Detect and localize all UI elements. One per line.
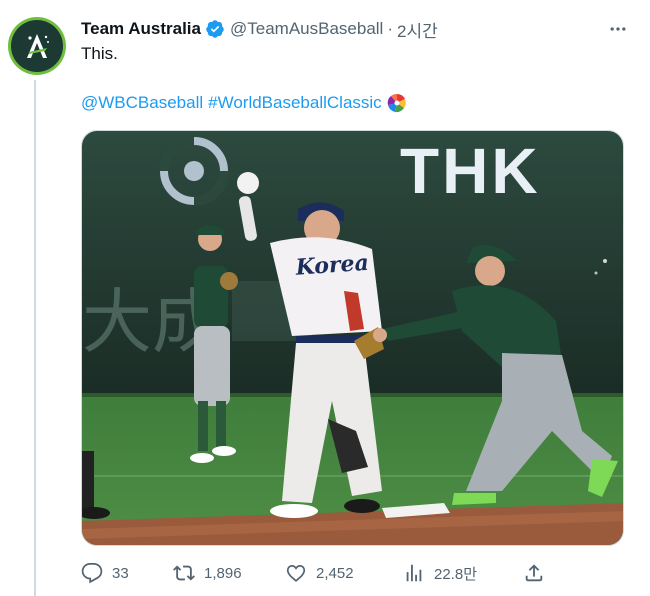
separator: · [387,19,394,38]
more-options-icon[interactable] [606,17,630,41]
timestamp[interactable]: 2시간 [397,17,438,42]
view-count: 22.8만 [434,565,477,583]
tweet-text: This. [81,44,118,63]
views-button[interactable]: 22.8만 [403,562,477,584]
team-australia-logo-icon [27,34,49,58]
avatar[interactable] [8,17,66,75]
heart-icon [286,564,306,582]
retweet-count: 1,896 [204,564,242,582]
hashtag-line: @WBCBaseball #WorldBaseballClassic [81,93,407,113]
team-australia-logo [11,20,63,72]
like-button[interactable]: 2,452 [285,562,354,584]
analytics-icon [406,564,422,582]
display-name[interactable]: Team Australia [81,19,201,39]
mention-wbcbaseball[interactable]: @WBCBaseball [81,93,203,113]
user-handle[interactable]: @TeamAusBaseball [230,19,383,39]
tweet-actions: 33 1,896 2,452 22.8만 [81,560,551,588]
tweet-header: Team Australia @TeamAusBaseball · 2시간 [81,17,630,41]
like-count: 2,452 [316,564,354,582]
thread-line [34,80,36,596]
wbc-hashflag-icon [387,93,407,113]
reply-count: 33 [112,564,129,582]
hashtag-worldbaseballclassic[interactable]: #WorldBaseballClassic [208,93,382,113]
share-icon [525,564,543,582]
retweet-button[interactable]: 1,896 [173,562,242,584]
jersey-text: Korea [294,250,370,281]
tweet-photo[interactable]: 大成 THK Korea [81,130,624,546]
reply-button[interactable]: 33 [81,562,129,584]
reply-icon [81,562,103,584]
share-button[interactable] [523,562,545,584]
sign-text: THK [400,135,541,207]
verified-badge-icon [205,19,225,39]
retweet-icon [173,565,195,581]
